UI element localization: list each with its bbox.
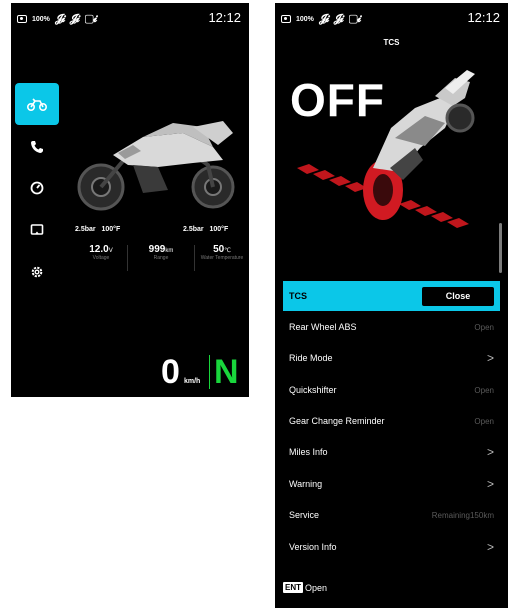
range-metric: 999km Range [148,244,174,261]
front-tire-pressure: 2.5bar [75,226,96,233]
footer-hint: ENT Open [283,582,327,593]
phone-icon [31,141,43,153]
menu-item-label: Gear Change Reminder [289,416,385,426]
motorcycle-tcs-image [297,70,475,228]
chevron-right-icon: > [486,445,494,459]
menu-item-rear-wheel-abs[interactable]: Rear Wheel ABS Open [283,312,500,342]
menu-item-warning[interactable]: Warning > [283,469,500,499]
sidebar-item-settings[interactable] [15,251,59,293]
menu-item-label: Quickshifter [289,385,337,395]
sidebar-item-phone[interactable] [15,126,59,168]
rear-tire-temp: 100°F [209,226,229,233]
menu-item-value: Open [474,322,494,332]
menu-item-ride-mode[interactable]: Ride Mode > [283,343,500,373]
divider [127,245,128,271]
menu-item-label: Version Info [289,542,337,552]
gear-indicator: N [214,353,239,391]
tcs-close-button[interactable]: Close [422,286,494,306]
ent-key-badge: ENT [283,582,303,593]
menu-item-value: Open [474,416,494,426]
menu-item-value: Remaining150km [431,510,494,520]
clock: 12:12 [208,10,241,25]
menu-item-miles-info[interactable]: Miles Info > [283,437,500,467]
device-icon: ▢𝓲 [347,13,361,25]
page-title: TCS [383,38,400,47]
device-icon: ▢𝓲 [83,13,97,25]
dashboard-screen: 100% 𝓙𝓲 𝓙𝓲 ▢𝓲 12:12 2.5bar 100°F 2.5bar … [11,3,249,397]
menu-item-value: Open [474,385,494,395]
menu-item-label: Ride Mode [289,353,333,363]
sidebar-item-gauge[interactable] [15,167,59,209]
menu-item-quickshifter[interactable]: Quickshifter Open [283,375,500,405]
chevron-right-icon: > [486,477,494,491]
menu-item-tcs[interactable]: TCS Close [283,281,500,311]
battery-level: 100% [32,15,50,23]
menu-item-label: Rear Wheel ABS [289,322,357,332]
menu-item-label: Miles Info [289,447,328,457]
speed-value: 0 [161,353,180,391]
chevron-right-icon: > [486,540,494,554]
front-tire-temp: 100°F [101,226,121,233]
camera-icon [281,15,291,23]
settings-icon [31,266,43,278]
footer-action: Open [305,582,328,593]
voltage-metric: 12.0V Voltage [89,244,113,261]
menu-item-label: Service [289,510,320,520]
water-temp-metric: 50℃ Water Temperature [200,244,244,261]
clock: 12:12 [467,10,500,25]
camera-icon [17,15,27,23]
menu-item-version-info[interactable]: Version Info > [283,532,500,562]
scrollbar[interactable] [499,223,502,273]
display-icon [30,224,44,235]
menu-item-gear-change-reminder[interactable]: Gear Change Reminder Open [283,406,500,436]
sidebar-item-display[interactable] [15,209,59,251]
menu-item-label: TCS [289,291,307,301]
menu-item-service[interactable]: Service Remaining150km [283,500,500,530]
speed-unit: km/h [184,378,201,385]
motorcycle-icon [27,98,47,111]
gauge-icon [30,181,44,195]
rider-icon: 𝓙𝓲 [318,12,329,25]
status-bar: 100% 𝓙𝓲 𝓙𝓲 ▢𝓲 12:12 [275,3,508,33]
status-bar: 100% 𝓙𝓲 𝓙𝓲 ▢𝓲 12:12 [11,3,249,33]
chevron-right-icon: > [486,351,494,365]
rider-icon: 𝓙𝓲 [333,12,343,25]
rear-tire-pressure: 2.5bar [183,226,204,233]
gear-divider [209,355,210,389]
battery-level: 100% [296,15,314,23]
menu-item-label: Warning [289,479,323,489]
rider-icon: 𝓙𝓲 [54,12,65,25]
rider-icon: 𝓙𝓲 [69,12,79,25]
tcs-settings-screen: 100% 𝓙𝓲 𝓙𝓲 ▢𝓲 12:12 TCS OFF TCS Close Re… [275,3,508,608]
sidebar-item-vehicle[interactable] [15,83,59,125]
motorcycle-image [77,121,235,211]
